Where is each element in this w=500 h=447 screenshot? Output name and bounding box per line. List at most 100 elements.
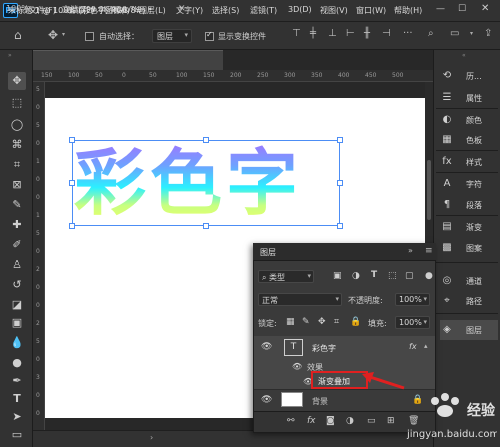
lock-transparency-icon[interactable]: ▦: [286, 317, 295, 327]
transform-handle[interactable]: [69, 180, 75, 186]
blur-tool-icon[interactable]: 💧: [8, 334, 26, 352]
layers-panel-title[interactable]: 图层: [260, 247, 276, 258]
new-group-icon[interactable]: ▭: [367, 416, 376, 426]
filter-shape-icon[interactable]: ⬚: [388, 271, 397, 281]
dodge-tool-icon[interactable]: ●: [8, 354, 26, 372]
transform-handle[interactable]: [69, 137, 75, 143]
type-tool-icon[interactable]: T: [8, 390, 26, 408]
panel-menu-icon[interactable]: ≡: [425, 246, 433, 256]
close-icon[interactable]: ✕: [178, 4, 186, 14]
collapse-icon[interactable]: »: [408, 246, 413, 255]
lock-artboard-icon[interactable]: ⌗: [334, 317, 339, 327]
align-top-icon[interactable]: ⊤: [292, 28, 301, 39]
filter-toggle-icon[interactable]: ●: [425, 271, 433, 281]
panel-properties[interactable]: ☰ 属性: [440, 88, 498, 108]
menu-3d[interactable]: 3D(D): [288, 5, 312, 14]
panel-paragraph[interactable]: ¶ 段落: [440, 195, 498, 215]
visibility-eye-icon[interactable]: 👁: [261, 342, 272, 352]
zoom-level[interactable]: 100%: [6, 4, 29, 13]
path-select-tool-icon[interactable]: ➤: [8, 408, 26, 426]
stamp-tool-icon[interactable]: ♙: [8, 256, 26, 274]
transform-handle[interactable]: [337, 180, 343, 186]
transform-handle[interactable]: [337, 223, 343, 229]
auto-select-checkbox[interactable]: [85, 32, 94, 41]
panel-paths[interactable]: ⌖ 路径: [440, 291, 498, 311]
lasso-tool-icon[interactable]: ◯: [8, 116, 26, 134]
quick-select-tool-icon[interactable]: ⌘: [8, 136, 26, 154]
dock-collapse-icon[interactable]: «: [462, 52, 466, 59]
expand-effects-icon[interactable]: ▴: [424, 342, 428, 350]
menu-window[interactable]: 窗口(W): [356, 5, 386, 16]
new-layer-icon[interactable]: ⊞: [387, 416, 395, 426]
workspace-icon[interactable]: ▭: [450, 28, 459, 39]
align-hcenter-icon[interactable]: ╫: [364, 28, 370, 39]
layer-name[interactable]: 彩色字: [312, 343, 336, 354]
panel-layers[interactable]: ◈ 图层: [440, 320, 498, 340]
lock-pixels-icon[interactable]: ✎: [302, 317, 310, 327]
auto-select-target-dropdown[interactable]: 图层 ▾: [152, 29, 192, 43]
align-vcenter-icon[interactable]: ╪: [310, 28, 316, 39]
panel-gradient[interactable]: ▤ 渐变: [440, 217, 498, 237]
transform-bounding-box[interactable]: [72, 140, 340, 226]
close-window-icon[interactable]: ✕: [481, 3, 489, 14]
fill-input[interactable]: 100% ▾: [395, 316, 430, 329]
new-adjustment-icon[interactable]: ◑: [346, 416, 354, 426]
eraser-tool-icon[interactable]: ◪: [8, 296, 26, 314]
layer-fx-icon[interactable]: fx: [409, 342, 417, 351]
eyedropper-tool-icon[interactable]: ✎: [8, 196, 26, 214]
layer-row-text[interactable]: [254, 336, 435, 360]
minimize-icon[interactable]: —: [436, 4, 445, 14]
tool-preset-chevron-icon[interactable]: ▾: [62, 31, 65, 38]
crop-tool-icon[interactable]: ⌗: [8, 156, 26, 174]
filter-type-icon[interactable]: T: [371, 270, 377, 280]
healing-brush-tool-icon[interactable]: ✚: [8, 216, 26, 234]
toolbar-collapse-icon[interactable]: »: [8, 52, 12, 59]
align-left-icon[interactable]: ⊢: [346, 28, 355, 39]
share-icon[interactable]: ⇪: [484, 28, 492, 39]
rectangle-tool-icon[interactable]: ▭: [8, 426, 26, 444]
layer-filter-dropdown[interactable]: ⌕ 类型 ▾: [258, 270, 314, 283]
show-transform-checkbox[interactable]: [205, 30, 214, 41]
panel-patterns[interactable]: ▩ 图案: [440, 238, 498, 258]
menu-view[interactable]: 视图(V): [320, 5, 348, 16]
marquee-tool-icon[interactable]: ⬚: [8, 94, 26, 112]
more-options-icon[interactable]: ···: [403, 28, 413, 39]
gradient-overlay-effect[interactable]: 渐变叠加: [318, 376, 350, 387]
pen-tool-icon[interactable]: ✒: [8, 372, 26, 390]
transform-handle[interactable]: [203, 137, 209, 143]
transform-handle[interactable]: [337, 137, 343, 143]
history-brush-tool-icon[interactable]: ↺: [8, 276, 26, 294]
brush-tool-icon[interactable]: ✐: [8, 236, 26, 254]
workspace-chevron-icon[interactable]: ▾: [470, 30, 473, 37]
visibility-eye-icon[interactable]: 👁: [292, 362, 302, 371]
panel-history[interactable]: ⟲ 历...: [440, 66, 498, 86]
document-info[interactable]: 文档:799.8K/906.7K: [62, 4, 140, 15]
status-more-arrow-icon[interactable]: ›: [150, 433, 153, 442]
maximize-icon[interactable]: ☐: [458, 4, 466, 14]
align-bottom-icon[interactable]: ⊥: [328, 28, 337, 39]
panel-styles[interactable]: fx 样式: [440, 152, 498, 172]
document-tab[interactable]: [33, 50, 223, 70]
panel-swatches[interactable]: ▦ 色板: [440, 130, 498, 150]
align-right-icon[interactable]: ⊣: [382, 28, 391, 39]
home-icon[interactable]: ⌂: [14, 28, 22, 42]
panel-channels[interactable]: ◎ 通道: [440, 271, 498, 291]
menu-help[interactable]: 帮助(H): [394, 5, 422, 16]
filter-smart-object-icon[interactable]: ▢: [405, 271, 414, 281]
layer-name[interactable]: 背景: [312, 396, 328, 407]
frame-tool-icon[interactable]: ⊠: [8, 176, 26, 194]
opacity-input[interactable]: 100% ▾: [395, 293, 430, 306]
link-layers-icon[interactable]: ⚯: [287, 416, 295, 426]
add-style-icon[interactable]: fx: [307, 416, 316, 426]
panel-color[interactable]: ◐ 颜色: [440, 110, 498, 130]
transform-handle[interactable]: [203, 223, 209, 229]
panel-character[interactable]: A 字符: [440, 174, 498, 194]
move-tool-icon[interactable]: ✥: [8, 72, 26, 90]
filter-adjustment-icon[interactable]: ◑: [352, 271, 360, 281]
transform-handle[interactable]: [69, 223, 75, 229]
add-mask-icon[interactable]: ◙: [326, 416, 335, 426]
search-icon[interactable]: ⌕: [428, 28, 434, 39]
filter-pixel-icon[interactable]: ▣: [333, 271, 342, 281]
move-tool-icon[interactable]: ✥: [48, 28, 58, 42]
gradient-tool-icon[interactable]: ▣: [8, 314, 26, 332]
